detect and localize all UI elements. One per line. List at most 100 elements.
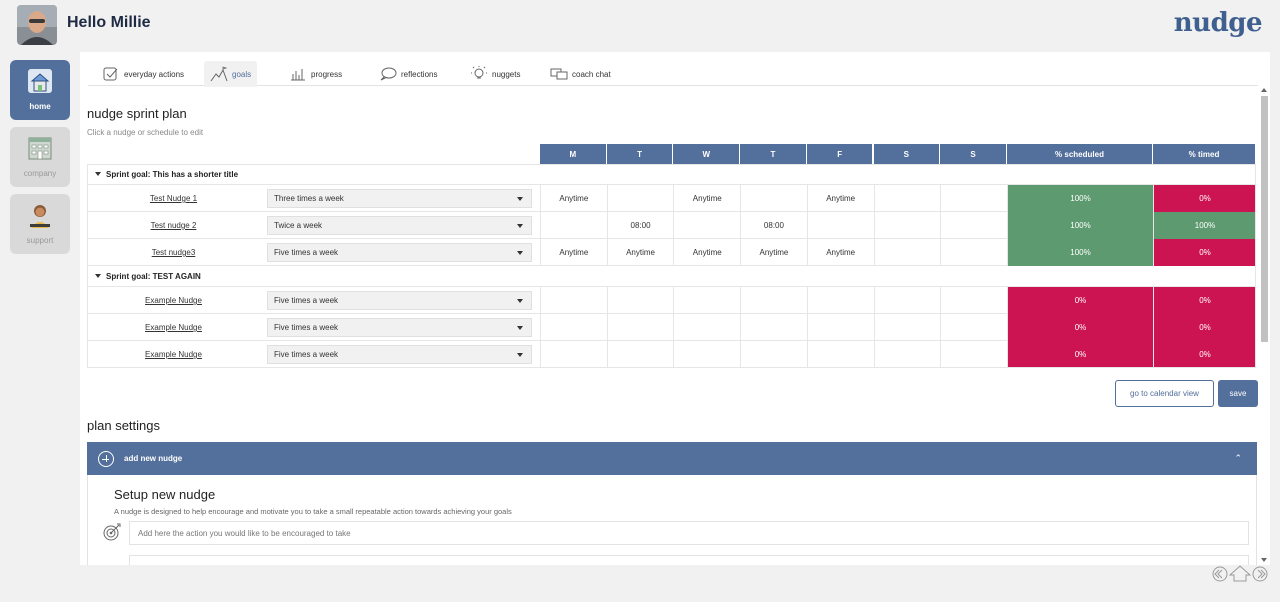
frequency-select[interactable]: Five times a week [267,291,532,310]
frequency-select[interactable]: Five times a week [267,243,532,262]
tab-label: goals [232,69,252,79]
scroll-up-arrow[interactable] [1261,88,1267,92]
schedule-cell[interactable] [740,314,807,341]
nudge-name-cell: Test Nudge 1 [87,185,260,212]
sidebar-item-label: home [29,102,51,111]
scroll-thumb[interactable] [1261,96,1268,342]
nudge-name-link[interactable]: Example Nudge [145,296,202,305]
tab-nuggets[interactable]: nuggets [464,61,526,87]
schedule-cell[interactable] [806,314,874,341]
scroll-down-arrow[interactable] [1261,558,1267,562]
nudge-name-link[interactable]: Test Nudge 1 [150,194,197,203]
schedule-cell[interactable] [606,287,674,314]
schedule-cell[interactable]: Anytime [540,239,607,266]
nudge-name-cell: Example Nudge [87,314,260,341]
caret-down-icon [95,172,101,176]
tab-progress[interactable]: progress [283,61,348,87]
greeting: Hello Millie [67,14,151,31]
action-input[interactable]: Add here the action you would like to be… [129,521,1249,545]
schedule-cell[interactable] [740,287,807,314]
schedule-cell[interactable] [606,314,674,341]
frequency-select[interactable]: Five times a week [267,345,532,364]
page-nav-controls[interactable] [1212,565,1268,583]
scheduled-percent: 0% [1007,341,1153,368]
dropdown-arrow-icon [517,326,523,330]
home-icon [28,69,52,93]
schedule-cell[interactable]: Anytime [673,239,740,266]
scheduled-percent: 0% [1007,314,1153,341]
column-header: % scheduled [1007,144,1153,164]
schedule-cell[interactable] [740,185,807,212]
schedule-cell[interactable] [873,314,941,341]
column-header: W [673,144,741,164]
schedule-cell[interactable]: Anytime [806,239,874,266]
schedule-cell[interactable]: Anytime [673,185,740,212]
nudge-name-link[interactable]: Example Nudge [145,350,202,359]
schedule-cell[interactable] [740,341,807,368]
nudge-row: Test Nudge 1 Three times a week Anytime Any… [87,185,1256,212]
schedule-cell[interactable] [606,341,674,368]
schedule-cell[interactable] [873,287,941,314]
schedule-cell[interactable] [540,212,607,239]
schedule-cell[interactable] [806,287,874,314]
frequency-select[interactable]: Five times a week [267,318,532,337]
save-button[interactable]: save [1218,380,1258,407]
settings-title: plan settings [87,418,160,433]
schedule-cell[interactable] [940,239,1007,266]
schedule-cell[interactable] [673,287,740,314]
frequency-value: Five times a week [274,248,339,257]
schedule-cell[interactable] [806,212,874,239]
frequency-select[interactable]: Three times a week [267,189,532,208]
tab-everyday-actions[interactable]: everyday actions [96,61,190,87]
schedule-cell[interactable] [940,212,1007,239]
sidebar-item-company[interactable]: company [10,127,70,187]
tab-reflections[interactable]: reflections [373,61,443,87]
schedule-cell[interactable] [540,341,607,368]
schedule-cell[interactable]: Anytime [806,185,874,212]
schedule-cell[interactable] [540,287,607,314]
schedule-cell[interactable] [540,314,607,341]
schedule-cell[interactable] [673,212,740,239]
nudge-row: Test nudge3 Five times a week Anytime Anyti… [87,239,1256,266]
schedule-cell[interactable] [673,341,740,368]
nudge-name-link[interactable]: Test nudge 2 [151,221,197,230]
schedule-cell[interactable]: Anytime [540,185,607,212]
tab-goals[interactable]: goals [204,61,258,87]
plus-circle-icon [98,451,114,467]
sprint-goal-row[interactable]: Sprint goal: This has a shorter title [87,164,1256,185]
sprint-goal-label: Sprint goal: This has a shorter title [106,169,239,179]
sidebar-item-label: support [26,236,54,245]
secondary-input[interactable] [129,555,1249,565]
plan-subtitle: Click a nudge or schedule to edit [87,128,204,137]
calendar-view-button[interactable]: go to calendar view [1115,380,1214,407]
add-nudge-accordion[interactable]: add new nudge ⌃ [87,442,1257,475]
tab-coach-chat[interactable]: coach chat [544,61,617,87]
schedule-cell[interactable] [873,239,941,266]
schedule-cell[interactable] [873,212,941,239]
sidebar-item-home[interactable]: home [10,60,70,120]
scrollbar[interactable] [1260,86,1269,564]
schedule-cell[interactable] [873,185,941,212]
schedule-cell[interactable] [940,314,1007,341]
frequency-select[interactable]: Twice a week [267,216,532,235]
schedule-cell[interactable] [873,341,941,368]
schedule-cell[interactable] [673,314,740,341]
sprint-goal-row[interactable]: Sprint goal: TEST AGAIN [87,266,1256,287]
schedule-cell[interactable]: 08:00 [606,212,674,239]
schedule-cell[interactable] [940,287,1007,314]
dropdown-arrow-icon [517,197,523,201]
schedule-cell[interactable]: Anytime [740,239,807,266]
nudge-name-link[interactable]: Example Nudge [145,323,202,332]
frequency-value: Twice a week [274,221,323,230]
nudge-name-link[interactable]: Test nudge3 [152,248,196,257]
schedule-cell[interactable] [940,185,1007,212]
schedule-cell[interactable]: 08:00 [740,212,807,239]
schedule-cell[interactable] [940,341,1007,368]
sidebar-item-support[interactable]: support [10,194,70,254]
schedule-cell[interactable] [606,185,674,212]
nudge-logo[interactable]: nudge [1174,8,1263,38]
schedule-cell[interactable] [806,341,874,368]
nudge-name-cell: Test nudge 2 [87,212,260,239]
schedule-cell[interactable]: Anytime [606,239,674,266]
avatar[interactable] [17,5,57,45]
